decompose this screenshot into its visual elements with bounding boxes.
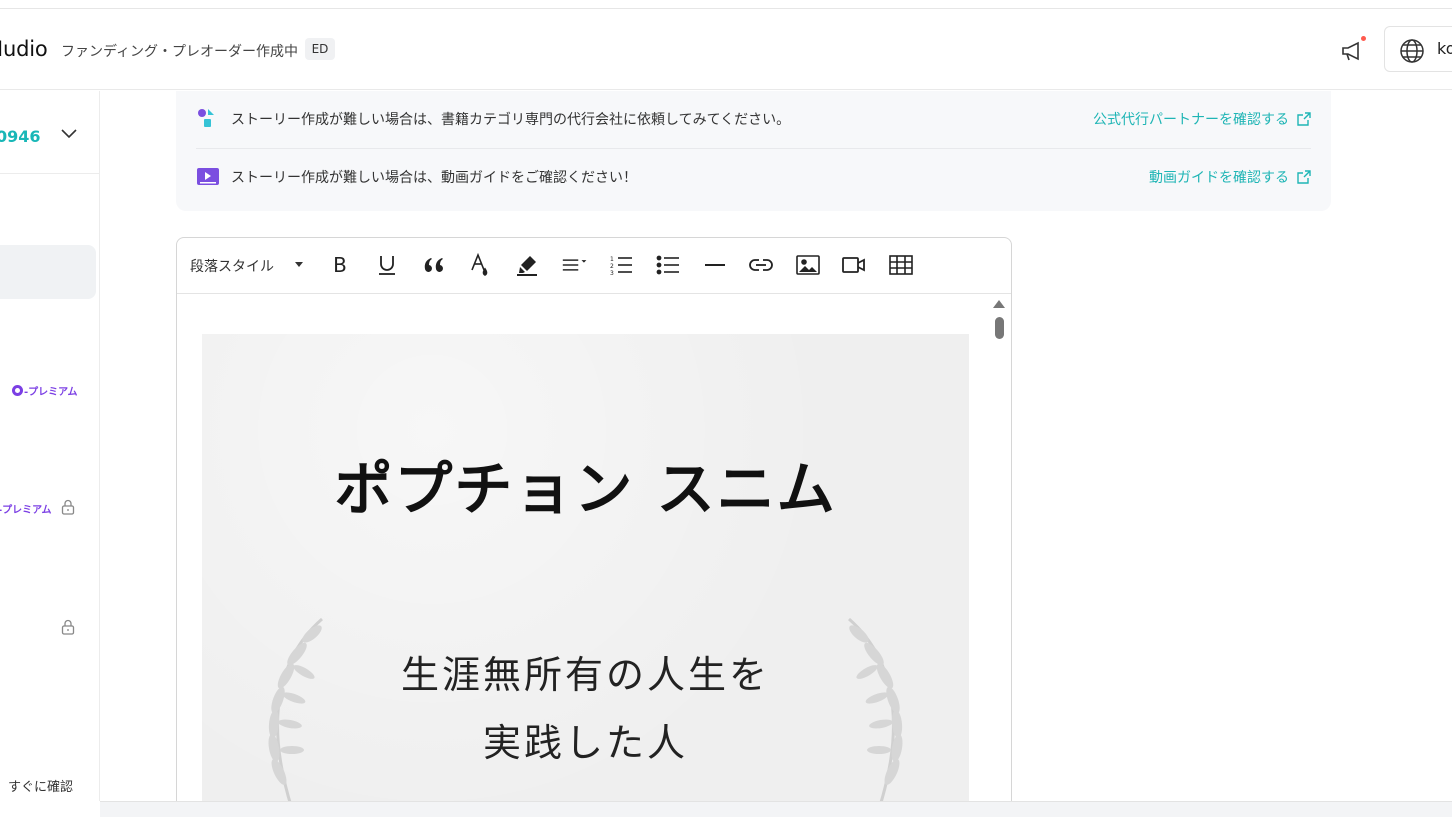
bold-button[interactable]: B	[327, 252, 353, 278]
project-id[interactable]: 0946	[0, 127, 41, 146]
font-color-button[interactable]	[467, 252, 493, 278]
story-editor: 段落スタイル B 1 2 3 ポプチョン スニム 生涯無所有の人生を 実践した人	[176, 237, 1012, 812]
language-label: ko	[1437, 39, 1452, 58]
external-link-icon	[1297, 170, 1311, 184]
premium-badge: -プレミアム	[0, 505, 52, 516]
confirm-now-link[interactable]: すぐに確認	[8, 776, 73, 795]
svg-text:3: 3	[610, 270, 614, 275]
status-badge: ED	[305, 38, 335, 60]
bold-icon: B	[333, 253, 347, 277]
highlight-button[interactable]	[514, 252, 540, 278]
editor-toolbar: 段落スタイル B 1 2 3	[177, 238, 1011, 294]
partner-link-label: 公式代行パートナーを確認する	[1093, 112, 1289, 128]
app-header: Iudio ファンディング・プレオーダー作成中 ED ko	[0, 9, 1452, 90]
bottom-bar	[100, 801, 1452, 817]
premium-badge: -プレミアム	[12, 383, 77, 398]
paragraph-style-select[interactable]: 段落スタイル	[190, 256, 274, 276]
bullet-list-button[interactable]	[655, 252, 681, 278]
project-status-title: ファンディング・プレオーダー作成中	[61, 44, 299, 60]
cover-title: ポプチョン スニム	[334, 455, 837, 523]
scrollbar-thumb[interactable]	[995, 317, 1004, 339]
quote-button[interactable]	[421, 252, 447, 278]
align-button[interactable]	[562, 252, 588, 278]
video-guide-link-label: 動画ガイドを確認する	[1149, 170, 1289, 186]
premium-label: -プレミアム	[24, 387, 78, 398]
editor-content[interactable]: ポプチョン スニム 生涯無所有の人生を 実践した人	[177, 295, 1011, 811]
image-button[interactable]	[795, 252, 821, 278]
quote-icon	[424, 258, 443, 272]
top-border	[0, 0, 1452, 9]
video-icon	[842, 257, 865, 273]
table-icon	[889, 255, 913, 275]
table-button[interactable]	[888, 252, 914, 278]
lock-icon	[61, 619, 75, 635]
main-content: ストーリー作成が難しい場合は、書籍カテゴリ専門の代行会社に依頼してみてください。…	[101, 91, 1452, 812]
caret-down-icon[interactable]	[295, 262, 303, 267]
app-logo[interactable]: Iudio	[0, 37, 48, 61]
ordered-list-button[interactable]: 1 2 3	[608, 252, 634, 278]
partner-icon	[198, 109, 214, 127]
notice-text: ストーリー作成が難しい場合は、書籍カテゴリ専門の代行会社に依頼してみてください。	[231, 112, 791, 128]
horizontal-rule-button[interactable]	[702, 252, 728, 278]
sidebar: 0946 -プレミアム -プレミアム すぐに確認	[0, 91, 100, 801]
notice-box: ストーリー作成が難しい場合は、書籍カテゴリ専門の代行会社に依頼してみてください。…	[176, 91, 1331, 211]
video-guide-icon	[197, 168, 219, 185]
notice-text: ストーリー作成が難しい場合は、動画ガイドをご確認ください！	[231, 170, 637, 186]
external-link-icon	[1297, 112, 1311, 126]
globe-icon	[1400, 39, 1424, 63]
horizontal-rule-icon	[705, 264, 725, 266]
sidebar-item-active[interactable]	[0, 245, 96, 299]
chevron-down-icon[interactable]	[61, 129, 77, 139]
premium-icon	[12, 385, 23, 396]
highlight-icon	[517, 256, 537, 276]
underline-button[interactable]	[374, 252, 400, 278]
notice-row-partner: ストーリー作成が難しい場合は、書籍カテゴリ専門の代行会社に依頼してみてください。…	[196, 91, 1311, 149]
link-icon	[749, 259, 773, 271]
video-button[interactable]	[841, 252, 867, 278]
video-guide-link[interactable]: 動画ガイドを確認する	[1149, 167, 1311, 187]
font-color-icon	[471, 253, 488, 276]
notice-row-video: ストーリー作成が難しい場合は、動画ガイドをご確認ください！ 動画ガイドを確認する	[196, 149, 1311, 207]
svg-text:1: 1	[610, 256, 614, 263]
align-icon	[562, 259, 587, 271]
image-icon	[796, 255, 820, 275]
lock-icon	[61, 499, 75, 515]
announcement-button[interactable]	[1340, 36, 1366, 64]
cover-subtitle-line2: 実践した人	[482, 721, 688, 765]
cover-subtitle-line1: 生涯無所有の人生を	[400, 653, 770, 697]
language-selector[interactable]: ko	[1384, 26, 1452, 72]
scroll-up-arrow[interactable]	[993, 300, 1005, 308]
partner-link[interactable]: 公式代行パートナーを確認する	[1093, 109, 1311, 129]
ordered-list-icon: 1 2 3	[610, 256, 632, 275]
sidebar-divider	[0, 173, 100, 174]
svg-text:2: 2	[610, 263, 614, 270]
cover-image: ポプチョン スニム 生涯無所有の人生を 実践した人	[202, 334, 969, 811]
underline-icon	[379, 256, 395, 275]
link-button[interactable]	[748, 252, 774, 278]
megaphone-icon	[1342, 41, 1359, 61]
bullet-list-icon	[656, 255, 679, 275]
notification-dot	[1361, 36, 1366, 41]
